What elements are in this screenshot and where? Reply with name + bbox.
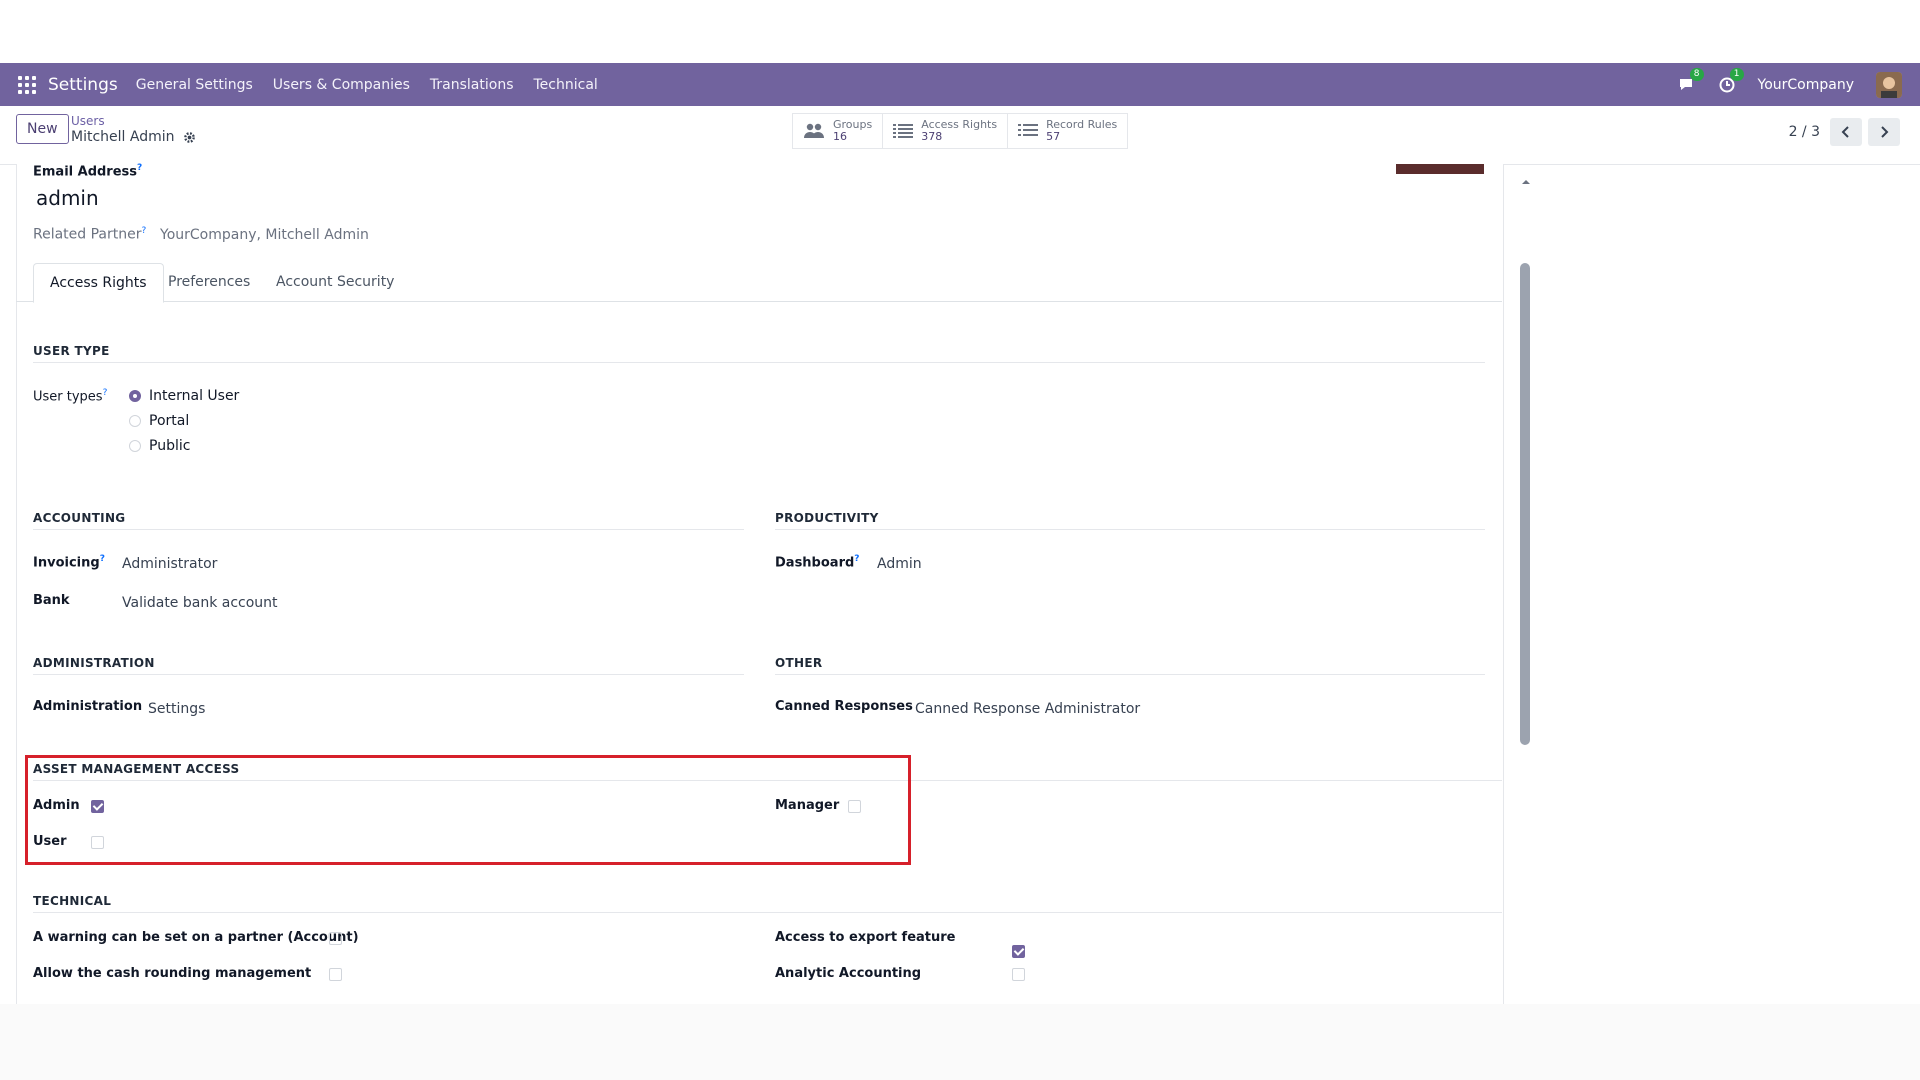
activity-clock-icon[interactable]: 1	[1718, 67, 1744, 94]
user-avatar[interactable]	[1876, 71, 1902, 98]
list-icon	[1018, 124, 1039, 136]
chevron-right-icon	[1881, 126, 1889, 138]
scroll-up-arrow-icon[interactable]	[1521, 170, 1531, 189]
radio-portal[interactable]: Portal	[129, 413, 239, 429]
access-rights-smart-button[interactable]: Access Rights 378	[883, 114, 1009, 148]
administration-select[interactable]: Settings	[148, 701, 205, 717]
pager-next-button[interactable]	[1868, 118, 1900, 146]
user-photo[interactable]	[1396, 164, 1484, 174]
radio-label: Public	[149, 438, 191, 454]
pager-previous-button[interactable]	[1830, 118, 1862, 146]
messages-badge: 8	[1689, 67, 1704, 81]
technical-option-label: A warning can be set on a partner (Accou…	[33, 930, 359, 945]
dashboard-label: Dashboard?	[775, 554, 860, 571]
activity-badge: 1	[1729, 67, 1744, 81]
administration-title: ADMINISTRATION	[33, 656, 155, 670]
divider	[33, 362, 1485, 363]
related-partner-label: Related Partner?	[33, 226, 147, 243]
radio-dot[interactable]	[129, 390, 141, 402]
scrollbar-thumb[interactable]	[1520, 263, 1530, 745]
tab-preferences[interactable]: Preferences	[152, 263, 266, 301]
divider	[33, 912, 1502, 913]
list-icon	[893, 124, 914, 138]
invoicing-label: Invoicing?	[33, 554, 105, 571]
technical-option-label: Allow the cash rounding management	[33, 966, 312, 981]
divider	[33, 674, 744, 675]
email-label: Email Address?	[33, 163, 143, 180]
users-group-icon	[804, 123, 824, 138]
radio-dot[interactable]	[129, 440, 141, 452]
email-input[interactable]: admin	[36, 186, 99, 210]
chevron-left-icon	[1841, 126, 1849, 138]
page-bottom	[0, 1004, 1920, 1080]
cash-rounding-checkbox[interactable]	[329, 968, 342, 981]
analytic-accounting-checkbox[interactable]	[1012, 968, 1025, 981]
invoicing-select[interactable]: Administrator	[122, 556, 217, 572]
tabs-underline	[16, 301, 1502, 302]
divider	[33, 529, 744, 530]
menu-technical[interactable]: Technical	[534, 77, 598, 93]
radio-dot[interactable]	[129, 415, 141, 427]
pager: 2 / 3	[1789, 118, 1900, 146]
technical-option-label: Access to export feature	[775, 930, 956, 945]
user-types-radio-group: Internal User Portal Public	[129, 388, 239, 454]
groups-smart-button[interactable]: Groups 16	[793, 114, 884, 148]
highlight-box	[25, 755, 911, 865]
top-navbar: Settings General Settings Users & Compan…	[0, 63, 1920, 106]
breadcrumb: Users Mitchell Admin	[71, 114, 196, 145]
related-partner-field[interactable]: YourCompany, Mitchell Admin	[160, 227, 369, 243]
bank-select[interactable]: Validate bank account	[122, 595, 278, 611]
messages-icon[interactable]: 8	[1678, 67, 1704, 94]
divider	[775, 529, 1485, 530]
breadcrumb-users-link[interactable]: Users	[71, 114, 196, 128]
administration-label: Administration	[33, 699, 143, 714]
bank-label: Bank	[33, 593, 70, 608]
user-type-title: USER TYPE	[33, 344, 110, 358]
control-panel: New Users Mitchell Admin Groups 16 Access…	[0, 106, 1920, 165]
new-button[interactable]: New	[16, 114, 69, 144]
record-rules-smart-button[interactable]: Record Rules 57	[1008, 114, 1127, 148]
radio-label: Internal User	[149, 388, 240, 404]
partner-warning-checkbox[interactable]	[329, 932, 342, 945]
export-feature-checkbox[interactable]	[1012, 945, 1025, 958]
radio-label: Portal	[149, 413, 190, 429]
technical-title: TECHNICAL	[33, 894, 112, 908]
pager-value[interactable]: 2 / 3	[1789, 124, 1820, 140]
technical-option-label: Analytic Accounting	[775, 966, 922, 981]
menu-general-settings[interactable]: General Settings	[136, 77, 253, 93]
menu-users-companies[interactable]: Users & Companies	[273, 77, 410, 93]
canned-responses-select[interactable]: Canned Response Administrator	[915, 701, 1140, 717]
user-types-label: User types?	[33, 388, 108, 405]
breadcrumb-current: Mitchell Admin	[71, 129, 175, 145]
smart-buttons: Groups 16 Access Rights 378 Record Rules 57	[792, 113, 1129, 149]
canned-responses-label: Canned Responses	[775, 699, 913, 714]
app-grid-icon[interactable]	[18, 75, 36, 94]
tab-account-security[interactable]: Account Security	[260, 263, 410, 301]
menu-translations[interactable]: Translations	[430, 77, 514, 93]
tab-access-rights[interactable]: Access Rights	[33, 263, 164, 303]
dashboard-select[interactable]: Admin	[877, 556, 922, 572]
company-switcher[interactable]: YourCompany	[1758, 77, 1855, 93]
radio-public[interactable]: Public	[129, 438, 239, 454]
divider	[775, 674, 1485, 675]
other-title: OTHER	[775, 656, 823, 670]
gear-icon[interactable]	[183, 131, 196, 144]
groups-count: 16	[833, 130, 847, 143]
app-brand[interactable]: Settings	[48, 75, 118, 95]
productivity-title: PRODUCTIVITY	[775, 511, 879, 525]
accounting-title: ACCOUNTING	[33, 511, 126, 525]
access-rights-count: 378	[921, 130, 943, 143]
record-rules-count: 57	[1046, 130, 1061, 143]
radio-internal-user[interactable]: Internal User	[129, 388, 239, 404]
